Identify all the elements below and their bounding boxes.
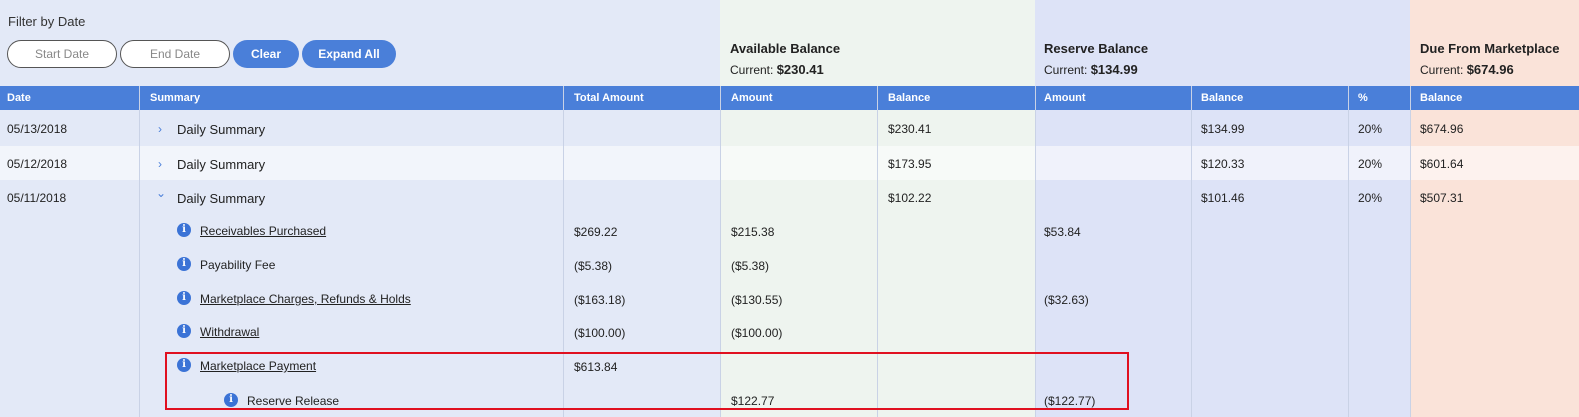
detail-total: ($100.00): [574, 326, 626, 340]
chevron-down-icon[interactable]: ⌄: [156, 186, 166, 200]
start-date-input[interactable]: Start Date: [7, 40, 117, 68]
grid-line: [1348, 86, 1349, 417]
info-icon[interactable]: i: [177, 291, 191, 305]
filter-title: Filter by Date: [8, 14, 86, 29]
detail-available-amount: $215.38: [731, 225, 775, 239]
detail-total: $269.22: [574, 225, 618, 239]
reserve-balance-current: Current: $134.99: [1044, 62, 1138, 77]
row-percent: 20%: [1358, 122, 1383, 136]
row-percent: 20%: [1358, 191, 1383, 205]
detail-available-amount: ($100.00): [731, 326, 783, 340]
detail-label-link[interactable]: Receivables Purchased: [200, 224, 326, 238]
col-date[interactable]: Date: [7, 86, 31, 110]
detail-available-amount: ($130.55): [731, 293, 783, 307]
row-due-balance: $507.31: [1420, 191, 1464, 205]
chevron-right-icon[interactable]: ›: [158, 122, 162, 136]
detail-reserve-amount: $53.84: [1044, 225, 1081, 239]
info-icon[interactable]: i: [177, 223, 191, 237]
row-summary[interactable]: Daily Summary: [177, 122, 265, 137]
col-available-balance[interactable]: Balance: [888, 86, 930, 110]
row-summary[interactable]: Daily Summary: [177, 191, 265, 206]
info-icon[interactable]: i: [177, 324, 191, 338]
col-due-balance[interactable]: Balance: [1420, 86, 1462, 110]
detail-label-link[interactable]: Withdrawal: [200, 325, 259, 339]
row-available-balance: $102.22: [888, 191, 932, 205]
grid-line: [1191, 86, 1192, 417]
due-from-marketplace-current: Current: $674.96: [1420, 62, 1514, 77]
row-due-balance: $601.64: [1420, 157, 1464, 171]
row-reserve-balance: $120.33: [1201, 157, 1245, 171]
row-available-balance: $173.95: [888, 157, 932, 171]
row-date: 05/12/2018: [7, 157, 68, 171]
col-total-amount[interactable]: Total Amount: [574, 86, 644, 110]
end-date-input[interactable]: End Date: [120, 40, 230, 68]
info-icon[interactable]: i: [177, 257, 191, 271]
row-date: 05/13/2018: [7, 122, 68, 136]
col-reserve-balance[interactable]: Balance: [1201, 86, 1243, 110]
detail-available-amount: ($5.38): [731, 259, 770, 273]
grid-line: [139, 86, 140, 417]
detail-total: ($5.38): [574, 259, 613, 273]
row-reserve-balance: $101.46: [1201, 191, 1245, 205]
chevron-right-icon[interactable]: ›: [158, 157, 162, 171]
detail-total: ($163.18): [574, 293, 626, 307]
grid-line: [1410, 86, 1411, 417]
row-due-balance: $674.96: [1420, 122, 1464, 136]
row-reserve-balance: $134.99: [1201, 122, 1245, 136]
detail-label-link[interactable]: Marketplace Charges, Refunds & Holds: [200, 292, 411, 306]
row-summary[interactable]: Daily Summary: [177, 157, 265, 172]
expand-all-button[interactable]: Expand All: [302, 40, 396, 68]
detail-label: Payability Fee: [200, 258, 276, 272]
col-reserve-amount[interactable]: Amount: [1044, 86, 1086, 110]
available-balance-current: Current: $230.41: [730, 62, 824, 77]
row-percent: 20%: [1358, 157, 1383, 171]
row-date: 05/11/2018: [7, 191, 67, 205]
col-summary[interactable]: Summary: [150, 86, 200, 110]
highlight-box: [165, 352, 1129, 410]
detail-reserve-amount: ($32.63): [1044, 293, 1089, 307]
table-header: [0, 86, 1579, 110]
available-balance-title: Available Balance: [730, 41, 841, 56]
due-from-marketplace-title: Due From Marketplace: [1420, 41, 1560, 56]
reserve-balance-title: Reserve Balance: [1044, 41, 1149, 56]
col-percent[interactable]: %: [1358, 86, 1368, 110]
row-available-balance: $230.41: [888, 122, 932, 136]
clear-button[interactable]: Clear: [233, 40, 299, 68]
col-available-amount[interactable]: Amount: [731, 86, 773, 110]
